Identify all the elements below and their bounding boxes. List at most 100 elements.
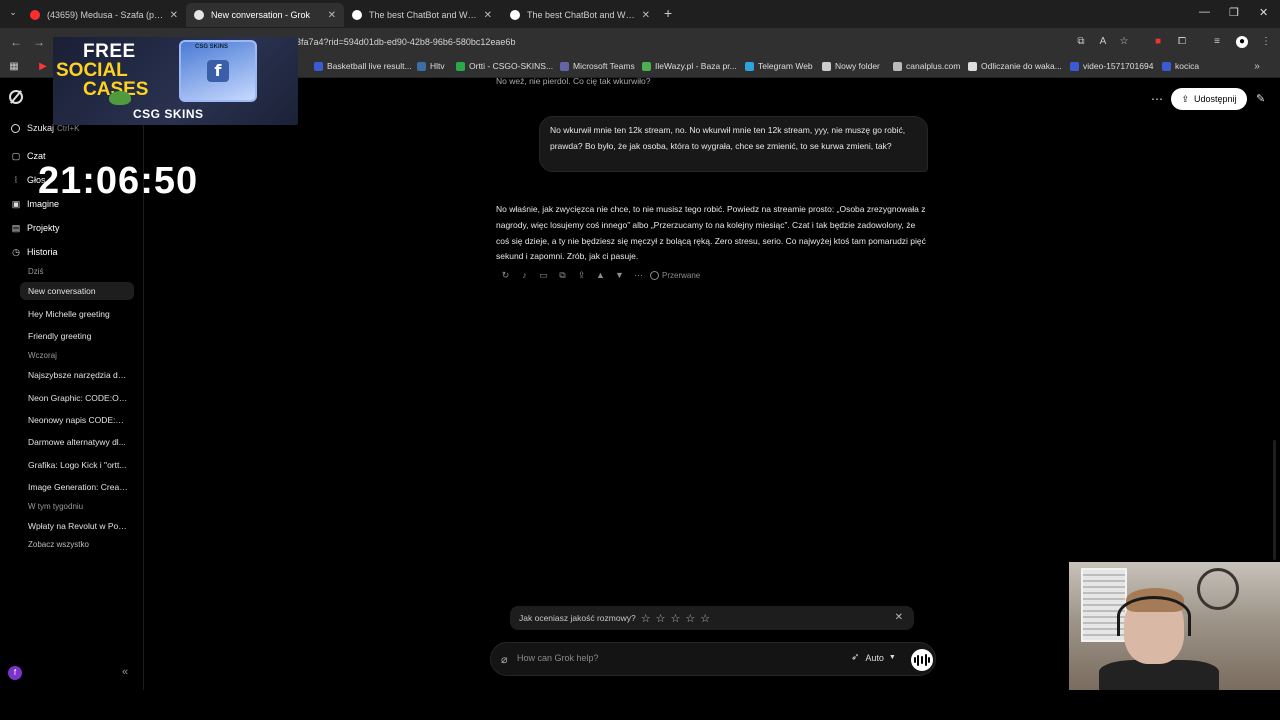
history-item[interactable]: Darmowe alternatywy dl... [28,437,128,447]
menu-dots-icon[interactable]: ⋮ [1260,36,1272,48]
browser-tab[interactable]: The best ChatBot and Widgets... ✕ [502,3,658,27]
bookmark-item[interactable]: canalplus.com [893,61,960,71]
rating-star-icon[interactable]: ☆ [656,612,666,625]
comment-icon[interactable]: ▭ [534,269,553,281]
more-icon[interactable]: ⋯ [629,269,648,281]
apps-icon[interactable]: ▦ [8,61,20,73]
bookmark-favicon-icon [968,61,977,71]
forward-icon[interactable]: → [33,35,45,49]
bookmark-favicon-icon [893,61,902,71]
close-icon[interactable]: ✕ [895,612,903,623]
bookmark-label: video-1571701694 [1083,61,1154,71]
copy-icon[interactable]: ⧉ [553,269,572,281]
rating-star-icon[interactable]: ☆ [685,612,695,625]
facebook-icon: f [207,60,229,82]
history-item[interactable]: New conversation [20,282,134,300]
previous-message-text: No weź, nie pierdol. Co cię tak wkurwiło… [496,76,651,86]
bookmark-label: Nowy folder [835,61,880,71]
bookmark-item[interactable]: kocica [1162,61,1199,71]
history-item[interactable]: Wpłaty na Revolut w Pols... [28,521,128,531]
sidebar-item-projects[interactable]: ▤ Projekty [11,223,60,233]
media-icon[interactable]: ≡ [1211,36,1223,48]
browser-tab[interactable]: (43659) Medusa - Szafa (pr... ✕ [22,3,186,27]
history-item[interactable]: Hey Michelle greeting [28,309,128,319]
bookmark-item[interactable]: Basketball live result... [314,61,412,71]
chat-input[interactable]: How can Grok help? [517,653,599,663]
thumbs-down-icon[interactable]: ▼ [610,269,629,281]
bookmark-label: kocica [1175,61,1200,71]
mode-select[interactable]: ➶ Auto ▼ [851,652,896,663]
profile-icon[interactable]: ● [1236,36,1248,48]
bookmark-favicon-icon [822,61,831,71]
back-icon[interactable]: ← [10,35,22,49]
bookmark-item[interactable]: video-1571701694 [1070,61,1153,71]
history-item[interactable]: Neonowy napis CODE:OR... [28,415,128,425]
history-icon: ◷ [12,247,20,257]
youtube-icon[interactable]: ▶ [37,61,49,73]
rating-star-icon[interactable]: ☆ [641,612,651,625]
history-item[interactable]: Najszybsze narzędzia do ... [28,370,128,380]
bookmark-label: Hltv [430,61,445,71]
restore-icon[interactable]: ❐ [1229,6,1239,19]
frog-image [109,91,131,105]
new-chat-icon[interactable]: ✎ [1256,92,1265,105]
minimize-icon[interactable]: — [1199,6,1210,18]
share-message-icon[interactable]: ⇪ [572,269,591,281]
url-field[interactable]: 3fa7a4?rid=594d01db-ed90-42b8-96b6-580bc… [296,37,515,47]
history-item[interactable]: Image Generation: Creat... [28,482,128,492]
sidebar-item-history[interactable]: ◷ Historia [11,247,57,257]
bookmark-favicon-icon [1070,61,1079,71]
close-tab-icon[interactable]: ✕ [484,10,492,21]
close-tab-icon[interactable]: ✕ [328,10,336,21]
more-bookmarks-icon[interactable]: » [1251,61,1263,73]
browser-tab[interactable]: The best ChatBot and Widgets... ✕ [344,3,500,27]
voice-mode-button[interactable] [911,649,933,671]
history-item[interactable]: Neon Graphic: CODE:OR... [28,393,128,403]
read-aloud-icon[interactable]: ♪ [515,269,534,281]
history-section-yesterday: Wczoraj [28,351,57,360]
avatar[interactable]: f [8,666,22,680]
share-button[interactable]: ⇪ Udostępnij [1171,88,1247,110]
rating-bar: Jak oceniasz jakość rozmowy? ☆ ☆ ☆ ☆ ☆ ✕ [510,606,914,630]
bookmark-item[interactable]: Telegram Web [745,61,813,71]
browser-tab[interactable]: New conversation - Grok ✕ [186,3,344,27]
see-all-link[interactable]: Zobacz wszystko [28,540,89,549]
close-tab-icon[interactable]: ✕ [170,10,178,21]
thumbs-up-icon[interactable]: ▲ [591,269,610,281]
scrollbar[interactable] [1273,440,1276,560]
more-options-icon[interactable]: ⋯ [1151,92,1163,106]
bookmark-favicon-icon [560,61,569,71]
install-app-icon[interactable]: ⧉ [1075,36,1087,48]
tab-title: New conversation - Grok [211,10,311,20]
bookmark-item[interactable]: Nowy folder [822,61,880,71]
rating-question: Jak oceniasz jakość rozmowy? [519,613,636,623]
chat-icon: ▢ [11,151,21,161]
extension-icon[interactable]: ■ [1152,36,1164,48]
regenerate-icon[interactable]: ↻ [496,269,515,281]
translate-icon[interactable]: A [1097,36,1109,48]
extensions-icon[interactable]: ⧠ [1176,36,1188,48]
bookmark-label: Basketball live result... [327,61,412,71]
collapse-sidebar-icon[interactable]: « [122,666,128,678]
bookmark-label: Odliczanie do waka... [981,61,1062,71]
grok-logo-icon[interactable] [9,90,23,104]
rating-star-icon[interactable]: ☆ [700,612,710,625]
history-item[interactable]: Friendly greeting [28,331,128,341]
new-tab-button[interactable]: + [664,5,672,21]
bookmark-star-icon[interactable]: ☆ [1118,36,1130,48]
rating-star-icon[interactable]: ☆ [670,612,680,625]
bookmark-item[interactable]: Microsoft Teams [560,61,635,71]
history-item[interactable]: Grafika: Logo Kick i "ortt... [28,460,128,470]
search-label: Szukaj [27,123,55,133]
bookmark-item[interactable]: Odliczanie do waka... [968,61,1062,71]
bookmark-item[interactable]: IleWazy.pl - Baza pr... [642,61,737,71]
close-window-icon[interactable]: ✕ [1259,6,1268,19]
bookmark-item[interactable]: Ortti - CSGO-SKINS... [456,61,553,71]
attach-icon[interactable]: ⌀ [501,653,508,666]
close-tab-icon[interactable]: ✕ [642,10,650,21]
bookmark-item[interactable]: Hltv [417,61,445,71]
tab-favicon-icon [30,10,40,20]
folder-icon: ▤ [11,223,21,233]
bookmark-favicon-icon [417,61,426,71]
tab-search-icon[interactable]: ⌄ [6,7,20,21]
